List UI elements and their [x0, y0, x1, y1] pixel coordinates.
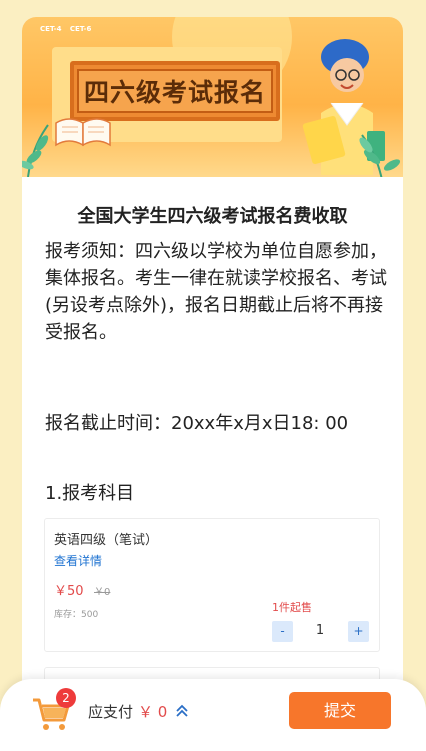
page: CET-4 CET-6 四六级考试报名 全国大学生四六级考试报名费收取 报考须知… [0, 0, 426, 751]
pay-label: 应支付 [88, 703, 134, 721]
banner-tags: CET-4 CET-6 [40, 25, 97, 33]
min-purchase-text: 1件起售 [272, 601, 312, 614]
leaf-right-icon [359, 134, 401, 177]
bottom-bar: 2 应支付 ￥ 0 提交 [0, 679, 426, 751]
page-title: 全国大学生四六级考试报名费收取 [77, 206, 348, 227]
banner-board-text: 四六级考试报名 [77, 69, 273, 113]
view-details-link[interactable]: 查看详情 [54, 552, 102, 569]
content-card: CET-4 CET-6 四六级考试报名 全国大学生四六级考试报名费收取 报考须知… [22, 17, 403, 751]
exam-banner: CET-4 CET-6 四六级考试报名 [22, 17, 403, 177]
product-name: 英语四级（笔试） [54, 533, 159, 548]
submit-button[interactable]: 提交 [289, 692, 391, 729]
content-body: 全国大学生四六级考试报名费收取 报考须知：四六级以学校为单位自愿参加，集体报名。… [22, 202, 403, 505]
notice-text: 报考须知：四六级以学校为单位自愿参加，集体报名。考生一律在就读学校报名、考试(另… [45, 241, 387, 343]
open-book-icon [55, 118, 111, 147]
product-original-price: ￥0 [94, 587, 111, 598]
quantity-value[interactable]: 1 [304, 623, 336, 638]
quantity-stepper: - 1 + [272, 621, 369, 642]
banner-tag-cet6: CET-6 [69, 25, 92, 33]
product-price: ￥50 [54, 584, 84, 599]
product-card: 英语四级（笔试） 查看详情 ￥50 ￥0 库存：500 1件起售 - 1 + [44, 518, 380, 652]
increase-button[interactable]: + [348, 621, 369, 642]
banner-tag-cet4: CET-4 [40, 25, 62, 33]
section-title: 1.报考科目 [45, 483, 135, 504]
pay-amount: ￥ 0 [138, 703, 168, 721]
banner-board: 四六级考试报名 [70, 61, 280, 121]
cart-count-badge: 2 [56, 688, 76, 708]
product-stock: 库存：500 [54, 610, 99, 620]
deadline-text: 报名截止时间：20xx年x月x日18: 00 [45, 413, 349, 434]
decrease-button[interactable]: - [272, 621, 293, 642]
chevron-up-icon[interactable] [174, 703, 190, 719]
